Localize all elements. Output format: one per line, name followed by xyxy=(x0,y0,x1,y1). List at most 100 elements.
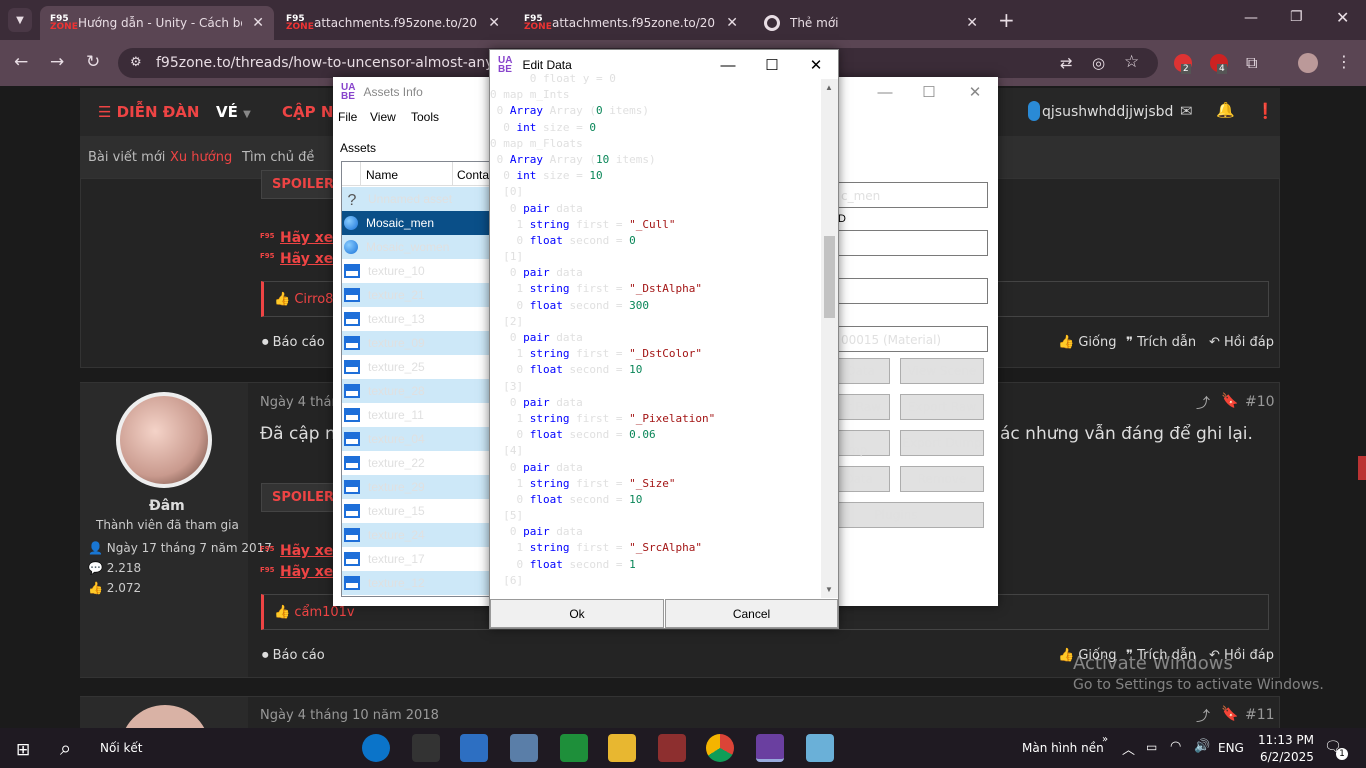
game-app-icon[interactable] xyxy=(560,734,588,762)
subnav-new-posts[interactable]: Bài viết mới xyxy=(88,150,165,165)
post-date[interactable]: Ngày 4 tháng 10 năm 2018 xyxy=(260,708,439,723)
close-icon[interactable]: ✕ xyxy=(966,15,978,31)
view-scene-button[interactable]: View Scene xyxy=(900,358,984,384)
post-date[interactable]: Ngày 4 thán xyxy=(260,395,340,410)
minimize-icon[interactable]: — xyxy=(1244,10,1258,26)
view-data-button[interactable]: w Data xyxy=(830,358,890,384)
file-id-field[interactable] xyxy=(836,278,988,304)
close-icon[interactable]: ✕ xyxy=(953,77,997,107)
file-explorer-icon[interactable] xyxy=(608,734,636,762)
reply-button[interactable]: ↶ Hồi đáp xyxy=(1209,335,1274,350)
list-item[interactable]: texture_09 xyxy=(342,331,490,355)
minimize-icon[interactable]: — xyxy=(863,77,907,107)
language-indicator[interactable]: ENG xyxy=(1218,741,1244,755)
site-info-icon[interactable]: ⚙ xyxy=(130,48,142,78)
list-item[interactable]: texture_29 xyxy=(342,475,490,499)
list-item[interactable]: Mosaic_men xyxy=(342,211,490,235)
ok-button[interactable]: Ok xyxy=(490,599,664,628)
forward-icon[interactable]: → xyxy=(50,52,64,72)
list-item[interactable]: texture_10 xyxy=(342,259,490,283)
volume-icon[interactable]: 🔊 xyxy=(1194,739,1210,754)
path-id-field[interactable] xyxy=(836,230,988,256)
share-icon[interactable]: ⤴ xyxy=(1196,393,1210,413)
column-container[interactable]: Conta xyxy=(457,168,489,182)
menu-icon[interactable]: ⋮ xyxy=(1336,52,1352,71)
desktop-chevron-icon[interactable]: » xyxy=(1102,734,1108,745)
bookmark-icon[interactable]: 🔖 xyxy=(1221,393,1238,409)
tray-up-icon[interactable]: ︿ xyxy=(1122,739,1135,758)
notes-app-icon[interactable] xyxy=(806,734,834,762)
report-button[interactable]: ⏺ Báo cáo xyxy=(262,648,325,663)
menu-tools[interactable]: Tools xyxy=(411,110,439,124)
tab-2[interactable]: F95ZONE attachments.f95zone.to/2019/0 ✕ xyxy=(276,6,510,40)
tab-4[interactable]: Thẻ mới ✕ xyxy=(754,6,988,40)
list-item[interactable]: texture_11 xyxy=(342,403,490,427)
scrollbar-thumb[interactable] xyxy=(824,236,835,318)
desktop-label[interactable]: Màn hình nền xyxy=(1022,741,1104,755)
close-icon[interactable]: ✕ xyxy=(488,15,500,31)
extensions-puzzle-icon[interactable]: ⧉ xyxy=(1246,53,1257,73)
list-item[interactable]: texture_12 xyxy=(342,571,490,595)
export-raw-button[interactable]: ort Raw xyxy=(830,394,890,420)
profile-avatar[interactable] xyxy=(1298,53,1318,73)
tab-search-button[interactable]: ▼ xyxy=(8,8,32,32)
eye-off-icon[interactable]: ◎ xyxy=(1092,54,1105,72)
user-name[interactable]: qjsushwhddjjwjsbd xyxy=(1042,104,1173,120)
page-scrollbar-thumb[interactable] xyxy=(1358,456,1366,480)
list-item[interactable]: texture_24 xyxy=(342,523,490,547)
list-item[interactable]: texture_21 xyxy=(342,283,490,307)
bookmark-star-icon[interactable]: ☆ xyxy=(1124,52,1139,72)
audio-app-icon[interactable] xyxy=(460,734,488,762)
chrome-taskbar-icon[interactable] xyxy=(706,734,734,762)
list-item[interactable]: texture_25 xyxy=(342,355,490,379)
alert-icon[interactable]: ❗ xyxy=(1256,102,1275,120)
close-icon[interactable]: ✕ xyxy=(726,15,738,31)
restore-icon[interactable]: ❐ xyxy=(1290,9,1303,25)
post-number[interactable]: #10 xyxy=(1245,394,1275,410)
reload-icon[interactable]: ↻ xyxy=(86,52,100,72)
tab-1[interactable]: F95 ZONE Hướng dẫn - Unity - Cách bỏ k ✕ xyxy=(40,6,274,40)
export-dump-button[interactable]: ort Dump xyxy=(830,429,890,457)
back-icon[interactable]: ← xyxy=(14,52,28,72)
report-button[interactable]: ⏺ Báo cáo xyxy=(262,335,325,350)
menu-view[interactable]: View xyxy=(370,110,396,124)
list-item[interactable]: texture_17 xyxy=(342,547,490,571)
post-number[interactable]: #11 xyxy=(1245,707,1275,723)
export-dump-button-2[interactable]: Export Dump xyxy=(900,430,984,456)
nav-tickets[interactable]: VÉ ▼ xyxy=(216,103,251,121)
menu-file[interactable]: File xyxy=(338,110,357,124)
windows-start-icon[interactable]: ⊞ xyxy=(16,740,30,760)
author-avatar[interactable] xyxy=(116,392,212,488)
quote-button[interactable]: ❞ Trích dẫn xyxy=(1126,335,1196,350)
share-icon[interactable]: ⤴ xyxy=(1196,706,1210,726)
like-button[interactable]: 👍 Giống xyxy=(1058,335,1116,350)
bookmark-icon[interactable]: 🔖 xyxy=(1221,706,1238,722)
list-item[interactable]: Mosaic_women xyxy=(342,235,490,259)
scroll-up-icon[interactable]: ▲ xyxy=(825,83,833,92)
scroll-down-icon[interactable]: ▼ xyxy=(825,585,833,594)
column-name[interactable]: Name xyxy=(366,168,398,182)
author-name[interactable]: Đâm xyxy=(149,498,185,514)
wifi-icon[interactable]: ◠ xyxy=(1170,739,1181,754)
new-tab-button[interactable]: + xyxy=(998,8,1015,32)
list-item[interactable]: texture_22 xyxy=(342,451,490,475)
list-item[interactable]: texture_28 xyxy=(342,379,490,403)
translate-icon[interactable]: ⇄ xyxy=(1060,54,1073,72)
winrar-icon[interactable] xyxy=(658,734,686,762)
search-icon[interactable]: ⌕ xyxy=(60,736,71,760)
search-label[interactable]: Nối kết xyxy=(100,741,143,755)
nav-forums[interactable]: ☰ DIỄN ĐÀN xyxy=(98,103,199,121)
import-data-button[interactable]: t Data xyxy=(830,466,890,492)
list-item[interactable]: texture_04 xyxy=(342,427,490,451)
mouse-icon[interactable] xyxy=(412,734,440,762)
subnav-find-threads[interactable]: Tìm chủ đề xyxy=(242,150,314,165)
close-window-icon[interactable]: ✕ xyxy=(1336,8,1349,27)
type-field[interactable]: 00015 (Material) xyxy=(836,326,988,352)
maximize-icon[interactable]: ☐ xyxy=(907,77,951,107)
data-editor[interactable]: 0 float y = 0 0 map m_Ints 0 Array Array … xyxy=(490,71,824,589)
edge-icon[interactable] xyxy=(362,734,390,762)
name-field[interactable]: c_men xyxy=(836,182,988,208)
uabe-taskbar-icon[interactable] xyxy=(756,734,784,762)
subnav-trending[interactable]: Xu hướng xyxy=(170,150,232,165)
clock-date[interactable]: 6/2/2025 xyxy=(1260,750,1314,764)
